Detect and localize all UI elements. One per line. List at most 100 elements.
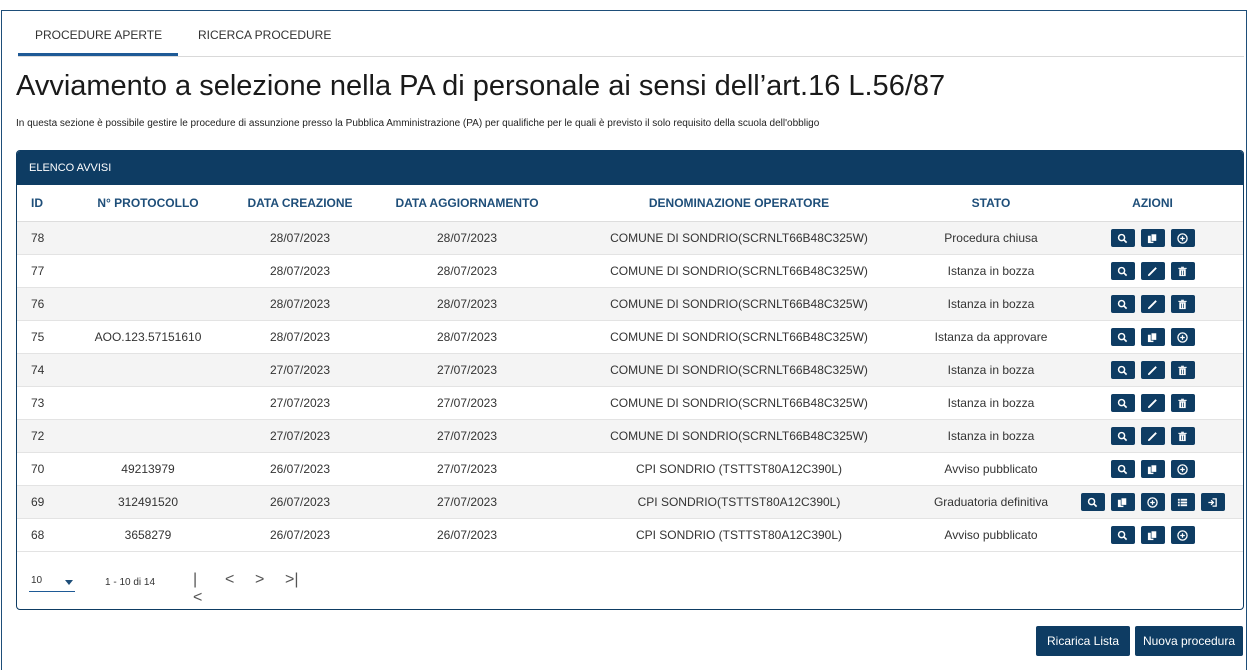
- copy-action-button[interactable]: [1140, 526, 1165, 544]
- tab-procedure-aperte[interactable]: PROCEDURE APERTE: [35, 28, 162, 42]
- edit-action-button[interactable]: [1140, 427, 1165, 445]
- trash-icon: [1177, 299, 1188, 310]
- cell-data-creazione: 28/07/2023: [224, 221, 376, 255]
- page-size-value: 10: [31, 575, 43, 586]
- page-title: Avviamento a selezione nella PA di perso…: [16, 70, 946, 102]
- cell-id: 76: [17, 287, 72, 321]
- last-page-button[interactable]: >|: [285, 571, 299, 589]
- col-protocollo[interactable]: N° PROTOCOLLO: [72, 185, 224, 222]
- login-action-button[interactable]: [1200, 493, 1225, 511]
- cell-stato: Istanza in bozza: [920, 287, 1062, 321]
- cell-data-creazione: 28/07/2023: [224, 254, 376, 288]
- cell-data-creazione: 28/07/2023: [224, 287, 376, 321]
- cell-data-creazione: 26/07/2023: [224, 452, 376, 486]
- edit-action-button[interactable]: [1140, 262, 1165, 280]
- table-row: 78 28/07/2023 28/07/2023 COMUNE DI SONDRIO(…: [17, 221, 1243, 255]
- search-action-button[interactable]: [1110, 229, 1135, 247]
- edit-action-button[interactable]: [1140, 361, 1165, 379]
- copy-action-button[interactable]: [1110, 493, 1135, 511]
- cell-operatore: COMUNE DI SONDRIO(SCRNLT66B48C325W): [558, 254, 920, 288]
- row-actions: [1110, 526, 1195, 544]
- plus-action-button[interactable]: [1140, 493, 1165, 511]
- plus-action-button[interactable]: [1170, 328, 1195, 346]
- cell-operatore: COMUNE DI SONDRIO(SCRNLT66B48C325W): [558, 287, 920, 321]
- cell-stato: Istanza in bozza: [920, 353, 1062, 387]
- search-icon: [1117, 398, 1128, 409]
- plus-action-button[interactable]: [1170, 460, 1195, 478]
- search-icon: [1117, 299, 1128, 310]
- trash-action-button[interactable]: [1170, 262, 1195, 280]
- cell-id: 74: [17, 353, 72, 387]
- panel-title: ELENCO AVVISI: [17, 151, 1243, 185]
- cell-azioni: [1062, 254, 1243, 288]
- page-size-select[interactable]: 10: [29, 575, 75, 592]
- edit-icon: [1147, 398, 1158, 409]
- cell-data-aggiornamento: 27/07/2023: [376, 353, 558, 387]
- cell-stato: Istanza da approvare: [920, 320, 1062, 354]
- col-denominazione-operatore[interactable]: DENOMINAZIONE OPERATORE: [558, 185, 920, 222]
- search-action-button[interactable]: [1110, 361, 1135, 379]
- copy-action-button[interactable]: [1140, 328, 1165, 346]
- plus-action-button[interactable]: [1170, 526, 1195, 544]
- cell-operatore: COMUNE DI SONDRIO(SCRNLT66B48C325W): [558, 353, 920, 387]
- trash-action-button[interactable]: [1170, 427, 1195, 445]
- avvisi-table: ID N° PROTOCOLLO DATA CREAZIONE DATA AGG…: [17, 185, 1243, 552]
- cell-data-creazione: 26/07/2023: [224, 485, 376, 519]
- copy-action-button[interactable]: [1140, 460, 1165, 478]
- search-action-button[interactable]: [1110, 460, 1135, 478]
- cell-operatore: COMUNE DI SONDRIO(SCRNLT66B48C325W): [558, 386, 920, 420]
- plus-action-button[interactable]: [1170, 229, 1195, 247]
- login-icon: [1207, 497, 1218, 508]
- row-actions: [1110, 328, 1195, 346]
- col-data-aggiornamento[interactable]: DATA AGGIORNAMENTO: [376, 185, 558, 222]
- first-page-button[interactable]: |<: [193, 571, 202, 607]
- page-range-label: 1 - 10 di 14: [105, 577, 156, 588]
- cell-stato: Graduatoria definitiva: [920, 485, 1062, 519]
- search-action-button[interactable]: [1110, 295, 1135, 313]
- new-procedure-button[interactable]: Nuova procedura: [1135, 626, 1243, 656]
- cell-data-creazione: 27/07/2023: [224, 353, 376, 387]
- cell-protocollo: [72, 353, 224, 387]
- edit-action-button[interactable]: [1140, 394, 1165, 412]
- copy-action-button[interactable]: [1140, 229, 1165, 247]
- copy-icon: [1117, 497, 1128, 508]
- search-icon: [1117, 464, 1128, 475]
- search-action-button[interactable]: [1110, 262, 1135, 280]
- col-id[interactable]: ID: [17, 185, 72, 222]
- copy-icon: [1147, 233, 1158, 244]
- cell-protocollo: [72, 221, 224, 255]
- trash-action-button[interactable]: [1170, 394, 1195, 412]
- cell-data-aggiornamento: 28/07/2023: [376, 221, 558, 255]
- search-icon: [1117, 233, 1128, 244]
- trash-icon: [1177, 266, 1188, 277]
- reload-list-button[interactable]: Ricarica Lista: [1036, 626, 1130, 656]
- col-data-creazione[interactable]: DATA CREAZIONE: [224, 185, 376, 222]
- search-icon: [1117, 365, 1128, 376]
- search-action-button[interactable]: [1080, 493, 1105, 511]
- cell-operatore: CPI SONDRIO (TSTTST80A12C390L): [558, 452, 920, 486]
- tab-ricerca-procedure[interactable]: RICERCA PROCEDURE: [198, 28, 331, 42]
- search-action-button[interactable]: [1110, 394, 1135, 412]
- next-page-button[interactable]: >: [255, 571, 264, 589]
- add-circle-icon: [1177, 331, 1188, 343]
- trash-action-button[interactable]: [1170, 361, 1195, 379]
- search-action-button[interactable]: [1110, 427, 1135, 445]
- trash-icon: [1177, 365, 1188, 376]
- edit-icon: [1147, 431, 1158, 442]
- copy-icon: [1147, 530, 1158, 541]
- trash-action-button[interactable]: [1170, 295, 1195, 313]
- row-actions: [1110, 394, 1195, 412]
- cell-operatore: CPI SONDRIO(TSTTST80A12C390L): [558, 485, 920, 519]
- search-icon: [1117, 332, 1128, 343]
- search-action-button[interactable]: [1110, 328, 1135, 346]
- edit-action-button[interactable]: [1140, 295, 1165, 313]
- search-action-button[interactable]: [1110, 526, 1135, 544]
- prev-page-button[interactable]: <: [225, 571, 234, 589]
- tab-bar: PROCEDURE APERTE RICERCA PROCEDURE: [18, 18, 1244, 57]
- table-row: 69 312491520 26/07/2023 27/07/2023 CPI SONDR…: [17, 485, 1243, 519]
- col-stato[interactable]: STATO: [920, 185, 1062, 222]
- cell-protocollo: [72, 287, 224, 321]
- cell-data-aggiornamento: 28/07/2023: [376, 287, 558, 321]
- list-action-button[interactable]: [1170, 493, 1195, 511]
- row-actions: [1110, 262, 1195, 280]
